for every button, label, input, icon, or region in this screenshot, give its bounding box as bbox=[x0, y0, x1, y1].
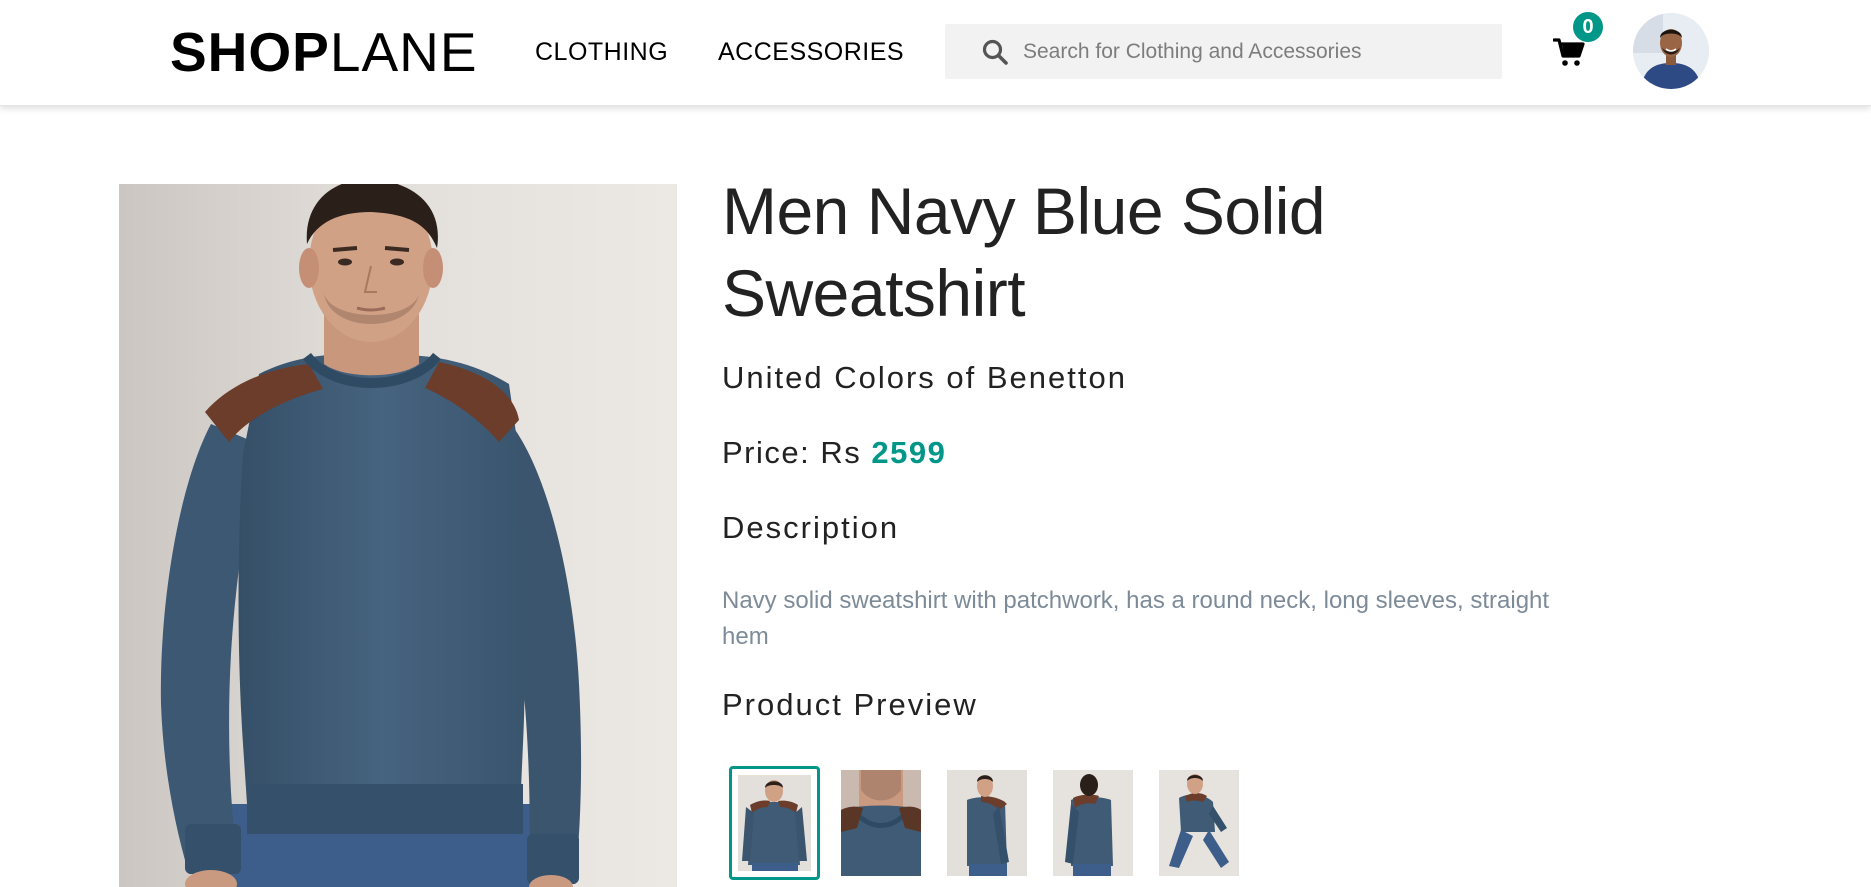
product-title: Men Navy Blue Solid Sweatshirt bbox=[722, 174, 1326, 330]
price-label: Price: Rs bbox=[722, 435, 862, 470]
thumbnail-side-view[interactable] bbox=[947, 770, 1027, 876]
description-heading: Description bbox=[722, 510, 900, 545]
thumbnail-image bbox=[841, 770, 921, 876]
shoplane-logo[interactable]: SHOPLANE bbox=[170, 22, 478, 82]
search-icon[interactable] bbox=[981, 38, 1009, 66]
search-bar bbox=[945, 24, 1502, 79]
thumbnail-image bbox=[1159, 770, 1239, 876]
search-input[interactable] bbox=[1023, 24, 1493, 79]
thumbnail-back-side-view[interactable] bbox=[1053, 770, 1133, 876]
thumbnail-image bbox=[947, 770, 1027, 876]
logo-light-text: LANE bbox=[329, 21, 478, 83]
cart-count-badge: 0 bbox=[1573, 12, 1603, 42]
nav-accessories-link[interactable]: ACCESSORIES bbox=[718, 38, 904, 67]
product-description: Navy solid sweatshirt with patchwork, ha… bbox=[722, 587, 1550, 650]
avatar-photo bbox=[1633, 13, 1709, 89]
preview-heading: Product Preview bbox=[722, 687, 978, 722]
thumbnail-image bbox=[1053, 770, 1133, 876]
logo-bold-text: SHOP bbox=[170, 21, 330, 83]
cart-icon[interactable] bbox=[1553, 37, 1585, 67]
product-price: Price: Rs 2599 bbox=[722, 435, 946, 471]
price-value: 2599 bbox=[871, 435, 947, 470]
product-main-image bbox=[119, 184, 677, 887]
thumbnail-seated-view[interactable] bbox=[1159, 770, 1239, 876]
nav-clothing-link[interactable]: CLOTHING bbox=[535, 38, 668, 67]
product-brand: United Colors of Benetton bbox=[722, 360, 1127, 395]
top-header: SHOPLANE CLOTHING ACCESSORIES 0 bbox=[0, 0, 1871, 106]
thumbnail-neck-detail[interactable] bbox=[841, 770, 921, 876]
model-photo bbox=[119, 184, 677, 887]
thumbnail-front-view[interactable] bbox=[729, 766, 820, 880]
user-avatar[interactable] bbox=[1633, 13, 1709, 89]
thumbnail-image bbox=[738, 775, 811, 871]
